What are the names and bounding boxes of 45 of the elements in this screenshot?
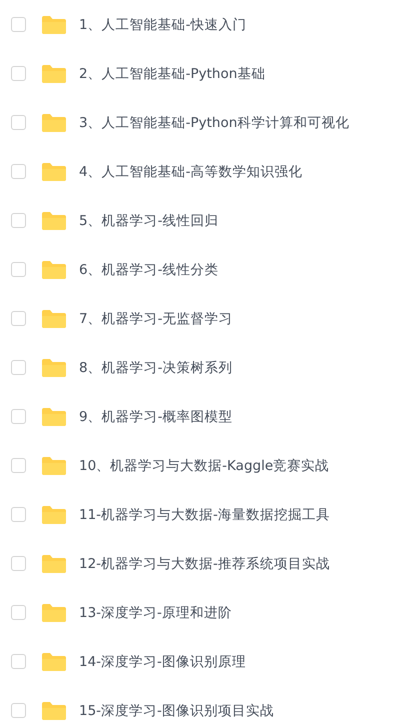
folder-icon: [41, 456, 67, 476]
checkbox[interactable]: [11, 311, 26, 326]
checkbox[interactable]: [11, 164, 26, 179]
checkbox[interactable]: [11, 17, 26, 32]
folder-icon: [41, 358, 67, 378]
checkbox[interactable]: [11, 66, 26, 81]
folder-name[interactable]: 5、机器学习-线性回归: [79, 212, 218, 230]
folder-icon: [41, 210, 67, 230]
folder-name[interactable]: 14-深度学习-图像识别原理: [79, 652, 246, 670]
folder-icon: [41, 504, 67, 524]
checkbox[interactable]: [11, 703, 26, 718]
folder-icon: [41, 112, 67, 132]
folder-name[interactable]: 6、机器学习-线性分类: [79, 260, 218, 278]
folder-name[interactable]: 8、机器学习-决策树系列: [79, 358, 232, 376]
folder-icon: [41, 406, 67, 426]
folder-icon: [41, 602, 67, 622]
folder-name[interactable]: 3、人工智能基础-Python科学计算和可视化: [79, 114, 350, 132]
checkbox[interactable]: [11, 654, 26, 669]
folder-name[interactable]: 10、机器学习与大数据-Kaggle竞赛实战: [79, 456, 330, 474]
checkbox[interactable]: [11, 115, 26, 130]
checkbox[interactable]: [11, 507, 26, 522]
checkbox[interactable]: [11, 409, 26, 424]
checkbox[interactable]: [11, 262, 26, 277]
folder-icon: [41, 308, 67, 328]
folder-name[interactable]: 1、人工智能基础-快速入门: [79, 16, 246, 34]
folder-icon: [41, 64, 67, 84]
folder-name[interactable]: 9、机器学习-概率图模型: [79, 408, 232, 426]
folder-name[interactable]: 7、机器学习-无监督学习: [79, 310, 232, 328]
checkbox[interactable]: [11, 213, 26, 228]
folder-icon: [41, 162, 67, 182]
folder-icon: [41, 260, 67, 280]
folder-name[interactable]: 2、人工智能基础-Python基础: [79, 64, 266, 82]
checkbox[interactable]: [11, 458, 26, 473]
checkbox[interactable]: [11, 360, 26, 375]
folder-name[interactable]: 4、人工智能基础-高等数学知识强化: [79, 162, 302, 180]
folder-icon: [41, 700, 67, 720]
checkbox[interactable]: [11, 556, 26, 571]
folder-name[interactable]: 15-深度学习-图像识别项目实战: [79, 702, 274, 720]
checkbox[interactable]: [11, 605, 26, 620]
folder-name[interactable]: 12-机器学习与大数据-推荐系统项目实战: [79, 554, 330, 572]
folder-icon: [41, 554, 67, 574]
folder-name[interactable]: 11-机器学习与大数据-海量数据挖掘工具: [79, 506, 330, 524]
folder-name[interactable]: 13-深度学习-原理和进阶: [79, 604, 232, 622]
folder-icon: [41, 652, 67, 672]
folder-icon: [41, 14, 67, 34]
